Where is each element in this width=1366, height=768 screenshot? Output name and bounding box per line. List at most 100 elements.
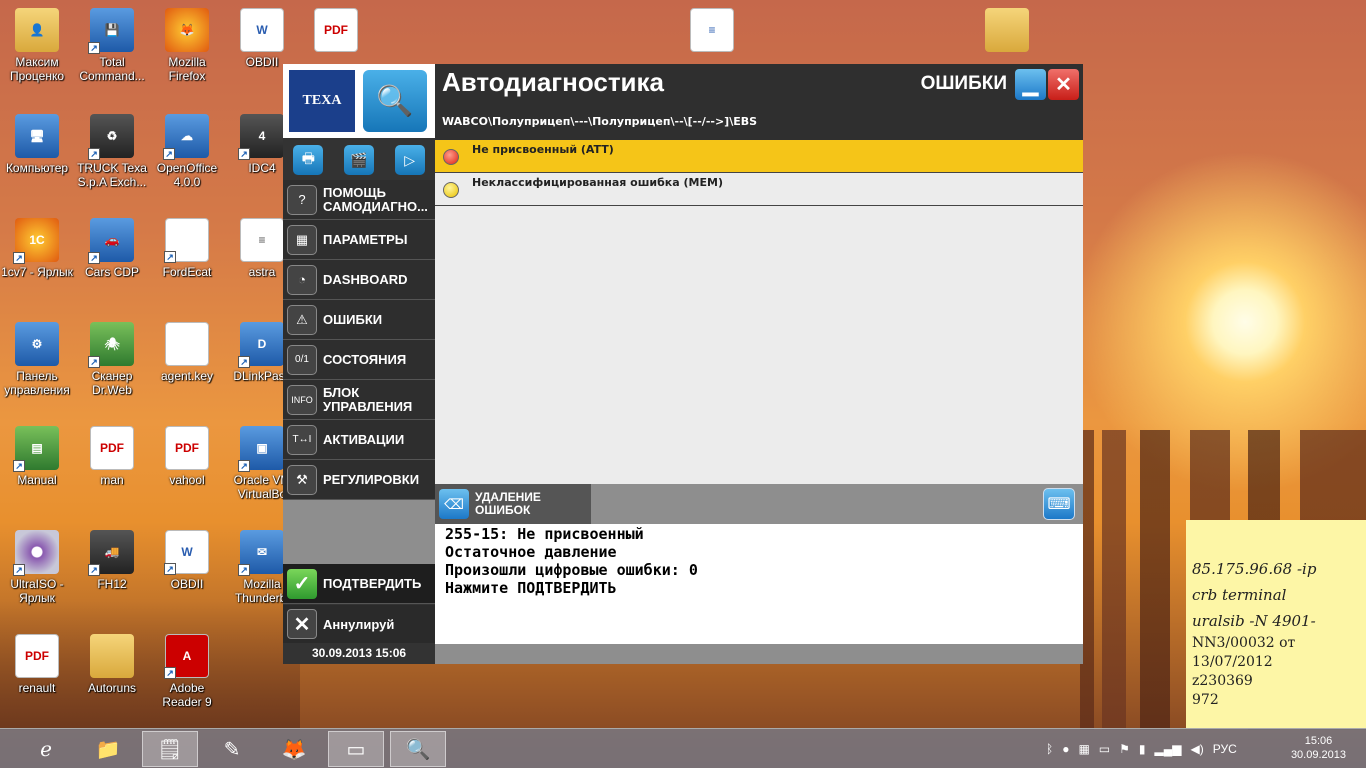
- bluetooth-icon[interactable]: ᛒ: [1046, 742, 1053, 756]
- pdf-icon: PDF: [165, 426, 209, 470]
- status-red-icon: [443, 149, 459, 165]
- desktop-icon-renault[interactable]: PDF renault: [0, 634, 74, 695]
- info-panel: 255-15: Не присвоенный Остаточное давлен…: [435, 524, 1083, 644]
- battery-icon[interactable]: ▮: [1139, 742, 1146, 756]
- clock-time: 15:06: [1304, 735, 1333, 747]
- error-list: Не присвоенный (ATT) Неклассифицированна…: [435, 140, 1083, 486]
- desktop-icon-user[interactable]: 👤 Максим Проценко: [0, 8, 74, 83]
- menu-label: ПОМОЩЬ САМОДИАГНО...: [323, 185, 428, 214]
- desktop-icon-agent-key[interactable]: agent.key: [150, 322, 224, 383]
- menu-label: РЕГУЛИРОВКИ: [323, 472, 420, 487]
- desktop-icon-total-commander[interactable]: 💾 ↗ Total Command...: [75, 8, 149, 83]
- left-panel: TEXA 🔍 🖶 🎬 ▷ ? ПОМОЩЬ САМОДИАГНО... ▦ ПА…: [283, 64, 435, 664]
- user-folder-icon: 👤: [15, 8, 59, 52]
- menu-item-adjustments[interactable]: ⚒ РЕГУЛИРОВКИ: [283, 460, 435, 500]
- close-button[interactable]: ✕: [1048, 69, 1079, 100]
- window-icon: ▤ ↗: [13, 426, 59, 472]
- window-app-icon[interactable]: ▭: [328, 731, 384, 767]
- texa-taskbar-icon[interactable]: 🔍: [390, 731, 446, 767]
- desktop-icon-man[interactable]: PDF man: [75, 426, 149, 487]
- 1c-icon: 1C ↗: [13, 218, 59, 264]
- language-indicator[interactable]: РУС: [1213, 742, 1237, 756]
- desktop-icon-cars-cdp[interactable]: 🚗 ↗ Cars CDP: [75, 218, 149, 279]
- desktop-icon-computer[interactable]: 🖥 Компьютер: [0, 114, 74, 175]
- desktop-icon-manual[interactable]: ▤ ↗ Manual: [0, 426, 74, 487]
- desktop-icon-obdii-doc[interactable]: W OBDII: [225, 8, 299, 69]
- drweb-tray-icon[interactable]: ●: [1062, 742, 1069, 756]
- note-line: crb terminal: [1192, 586, 1287, 604]
- flag-icon[interactable]: ⚑: [1119, 742, 1130, 756]
- desktop-icon-firefox[interactable]: 🦊 Mozilla Firefox: [150, 8, 224, 83]
- menu-item-help[interactable]: ? ПОМОЩЬ САМОДИАГНО...: [283, 180, 435, 220]
- sticky-note[interactable]: 85.175.96.68 -ip crb terminal uralsib -N…: [1186, 520, 1366, 728]
- drweb-icon: 🕷 ↗: [88, 322, 134, 368]
- volume-icon[interactable]: ◀): [1190, 742, 1203, 756]
- delete-errors-button[interactable]: ⌫ УДАЛЕНИЕ ОШИБОК: [435, 484, 591, 524]
- switch-icon: 0/1: [287, 344, 317, 375]
- menu-label: ОШИБКИ: [323, 312, 383, 327]
- desktop-icon-autoruns[interactable]: Autoruns: [75, 634, 149, 695]
- desktop-icon-fh12[interactable]: 🚚 ↗ FH12: [75, 530, 149, 591]
- datetime-display: 30.09.2013 15:06: [311, 646, 407, 660]
- menu-item-activations[interactable]: T↔I АКТИВАЦИИ: [283, 420, 435, 460]
- explorer-icon[interactable]: 📁: [80, 731, 136, 767]
- truck-icon: 🚚 ↗: [88, 530, 134, 576]
- desktop-icon-truck-texa[interactable]: ♻ ↗ TRUCK Texa S.p.A Exch...: [75, 114, 149, 189]
- desktop-icon-obdii-word[interactable]: W ↗ OBDII: [150, 530, 224, 591]
- gauge-icon: ◔: [287, 264, 317, 295]
- info-line: Нажмите ПОДТВЕРДИТЬ: [445, 579, 617, 597]
- clock[interactable]: 15:06 30.09.2013: [1291, 734, 1346, 762]
- keyboard-icon[interactable]: ⌨: [1043, 488, 1075, 520]
- network-device-icon[interactable]: ▦: [1078, 742, 1089, 756]
- desktop-icon-fordecat[interactable]: ↗ FordEcat: [150, 218, 224, 279]
- note-line: z230369: [1192, 673, 1253, 689]
- error-row[interactable]: Не присвоенный (ATT): [435, 140, 1083, 173]
- desktop-icon-pdf[interactable]: PDF: [299, 8, 373, 55]
- print-icon[interactable]: 🖶: [293, 145, 324, 175]
- pdf-icon: PDF: [15, 634, 59, 678]
- menu-item-control-unit[interactable]: INFO БЛОК УПРАВЛЕНИЯ: [283, 380, 435, 420]
- action-bar: ⌫ УДАЛЕНИЕ ОШИБОК ⌨: [435, 484, 1083, 524]
- eraser-icon: ⌫: [439, 489, 469, 519]
- notepad-icon[interactable]: ✎: [204, 731, 260, 767]
- menu-item-dashboard[interactable]: ◔ DASHBOARD: [283, 260, 435, 300]
- film-icon[interactable]: 🎬: [343, 145, 374, 175]
- warning-icon: ⚠: [287, 304, 317, 335]
- desktop-icon-openoffice[interactable]: ☁ ↗ OpenOffice 4.0.0: [150, 114, 224, 189]
- desktop-icon-control-panel[interactable]: ⚙ Панель управления: [0, 322, 74, 397]
- info-line: 255-15: Не присвоенный: [445, 525, 644, 543]
- desktop-icon-vahool[interactable]: PDF vahool: [150, 426, 224, 487]
- app-title: Автодиагностика: [442, 67, 665, 97]
- menu-item-errors[interactable]: ⚠ ОШИБКИ: [283, 300, 435, 340]
- floppy-icon: 💾 ↗: [88, 8, 134, 54]
- folder-icon: [90, 634, 134, 678]
- ie-icon[interactable]: ℯ: [18, 731, 74, 767]
- play-icon[interactable]: ▷: [394, 145, 425, 175]
- logo-area: TEXA 🔍: [283, 64, 435, 138]
- menu-item-parameters[interactable]: ▦ ПАРАМЕТРЫ: [283, 220, 435, 260]
- signal-icon[interactable]: ▂▄▆: [1155, 742, 1182, 756]
- sticky-notes-icon[interactable]: 🗒: [142, 731, 198, 767]
- cancel-button[interactable]: ✕ Аннулируй: [283, 605, 435, 643]
- adobe-reader-icon: A ↗: [164, 634, 209, 679]
- file-icon: [165, 322, 209, 366]
- desktop-icon-folder[interactable]: [970, 8, 1044, 55]
- word-icon: W ↗: [164, 530, 209, 575]
- minimize-button[interactable]: ▁: [1015, 69, 1046, 100]
- note-line: NN3/00032 от: [1192, 635, 1296, 651]
- texa-window: TEXA 🔍 🖶 🎬 ▷ ? ПОМОЩЬ САМОДИАГНО... ▦ ПА…: [283, 64, 1083, 664]
- desktop-icon-document[interactable]: ≡: [675, 8, 749, 55]
- checkmark-icon: ✓: [287, 568, 317, 599]
- desktop-icon-1cv7[interactable]: 1C ↗ 1cv7 - Ярлык: [0, 218, 74, 279]
- desktop-icon-adobe-reader[interactable]: A ↗ Adobe Reader 9: [150, 634, 224, 709]
- error-row[interactable]: Неклассифицированная ошибка (MEM): [435, 173, 1083, 206]
- confirm-button[interactable]: ✓ ПОДТВЕРДИТЬ: [283, 564, 435, 604]
- desktop-icon-drweb[interactable]: 🕷 ↗ Сканер Dr.Web: [75, 322, 149, 397]
- desktop-icon-ultraiso[interactable]: ↗ UltraISO - Ярлык: [0, 530, 74, 605]
- menu-item-states[interactable]: 0/1 СОСТОЯНИЯ: [283, 340, 435, 380]
- display-icon[interactable]: ▭: [1099, 742, 1110, 756]
- system-tray: ᛒ ● ▦ ▭ ⚑ ▮ ▂▄▆ ◀) РУС: [1046, 729, 1237, 768]
- error-text: Не присвоенный (ATT): [472, 143, 614, 156]
- firefox-icon[interactable]: 🦊: [266, 731, 322, 767]
- control-panel-icon: ⚙: [15, 322, 59, 366]
